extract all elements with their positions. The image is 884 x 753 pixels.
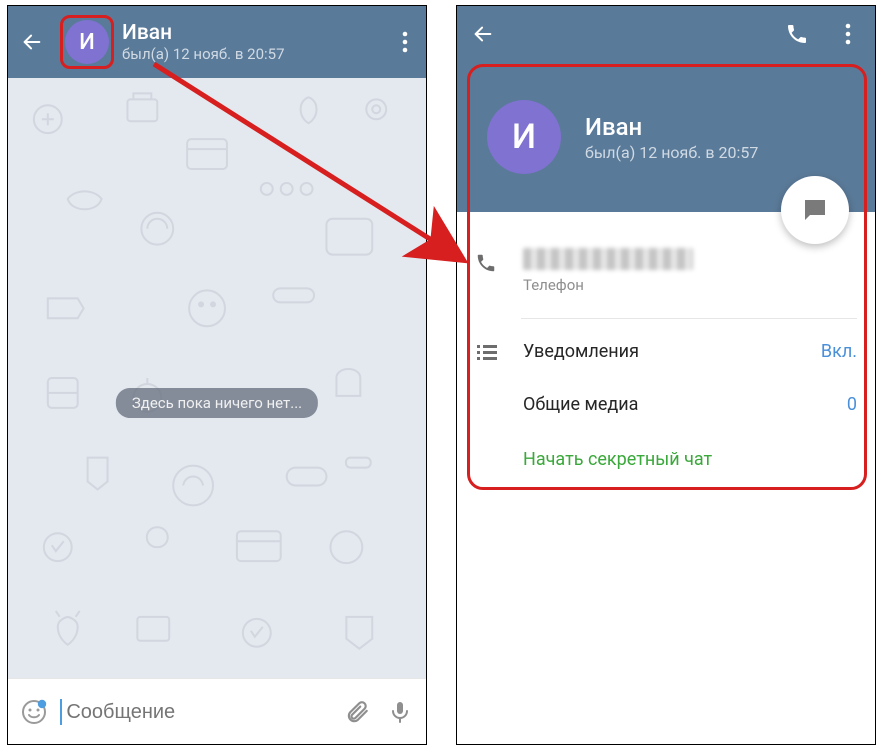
chat-header: И Иван был(а) 12 нояб. в 20:57 <box>8 6 426 78</box>
more-vertical-icon <box>402 31 408 53</box>
avatar-initial: И <box>79 30 95 55</box>
back-button[interactable] <box>18 28 46 56</box>
contact-avatar[interactable]: И <box>65 20 109 64</box>
more-vertical-icon <box>845 23 851 45</box>
shared-media-row[interactable]: Общие медиа 0 <box>475 378 857 431</box>
profile-name: Иван <box>585 113 758 141</box>
profile-avatar[interactable]: И <box>487 100 561 174</box>
notifications-row[interactable]: Уведомления Вкл. <box>475 325 857 378</box>
profile-header <box>457 6 875 62</box>
call-button[interactable] <box>781 18 813 50</box>
more-button[interactable] <box>390 22 420 62</box>
shared-media-value: 0 <box>847 394 857 415</box>
paperclip-icon <box>344 699 370 725</box>
profile-status: был(а) 12 нояб. в 20:57 <box>585 143 758 162</box>
phone-label: Телефон <box>523 276 693 294</box>
arrow-left-icon <box>21 31 43 53</box>
phone-icon <box>785 22 809 46</box>
shared-media-label: Общие медиа <box>523 394 823 415</box>
profile-info: Телефон Уведомления Вкл. Общие медиа 0 Н… <box>457 212 875 498</box>
chat-body: Здесь пока ничего нет... <box>8 78 426 678</box>
phone-row[interactable]: Телефон <box>475 238 857 312</box>
chat-screen: И Иван был(а) 12 нояб. в 20:57 <box>7 5 427 745</box>
phone-number-blurred <box>523 248 693 270</box>
notifications-value: Вкл. <box>821 341 857 362</box>
profile-screen: И Иван был(а) 12 нояб. в 20:57 Телефон <box>456 5 876 745</box>
chat-input-bar <box>8 678 426 745</box>
divider <box>521 318 857 319</box>
secret-chat-label: Начать секретный чат <box>523 449 712 470</box>
attach-button[interactable] <box>341 695 373 729</box>
avatar-highlight: И <box>60 15 114 69</box>
profile-title-block: Иван был(а) 12 нояб. в 20:57 <box>585 113 758 162</box>
chat-bubble-icon <box>800 195 830 225</box>
back-button[interactable] <box>469 20 497 48</box>
background-doodles <box>8 78 426 678</box>
secret-chat-row[interactable]: Начать секретный чат <box>475 431 857 488</box>
emoji-icon <box>20 698 48 726</box>
more-button[interactable] <box>833 14 863 54</box>
header-title-block[interactable]: Иван был(а) 12 нояб. в 20:57 <box>122 21 390 63</box>
arrow-left-icon <box>472 23 494 45</box>
contact-status: был(а) 12 нояб. в 20:57 <box>122 45 390 63</box>
message-input[interactable] <box>60 699 331 725</box>
contact-name: Иван <box>122 21 390 45</box>
emoji-button[interactable] <box>18 695 50 729</box>
list-icon <box>477 344 497 360</box>
empty-state-text: Здесь пока ничего нет... <box>116 388 318 418</box>
phone-icon <box>475 252 497 274</box>
notifications-label: Уведомления <box>523 341 797 362</box>
message-fab[interactable] <box>781 176 849 244</box>
mic-icon <box>388 700 412 724</box>
avatar-initial: И <box>512 117 536 157</box>
mic-button[interactable] <box>384 695 416 729</box>
